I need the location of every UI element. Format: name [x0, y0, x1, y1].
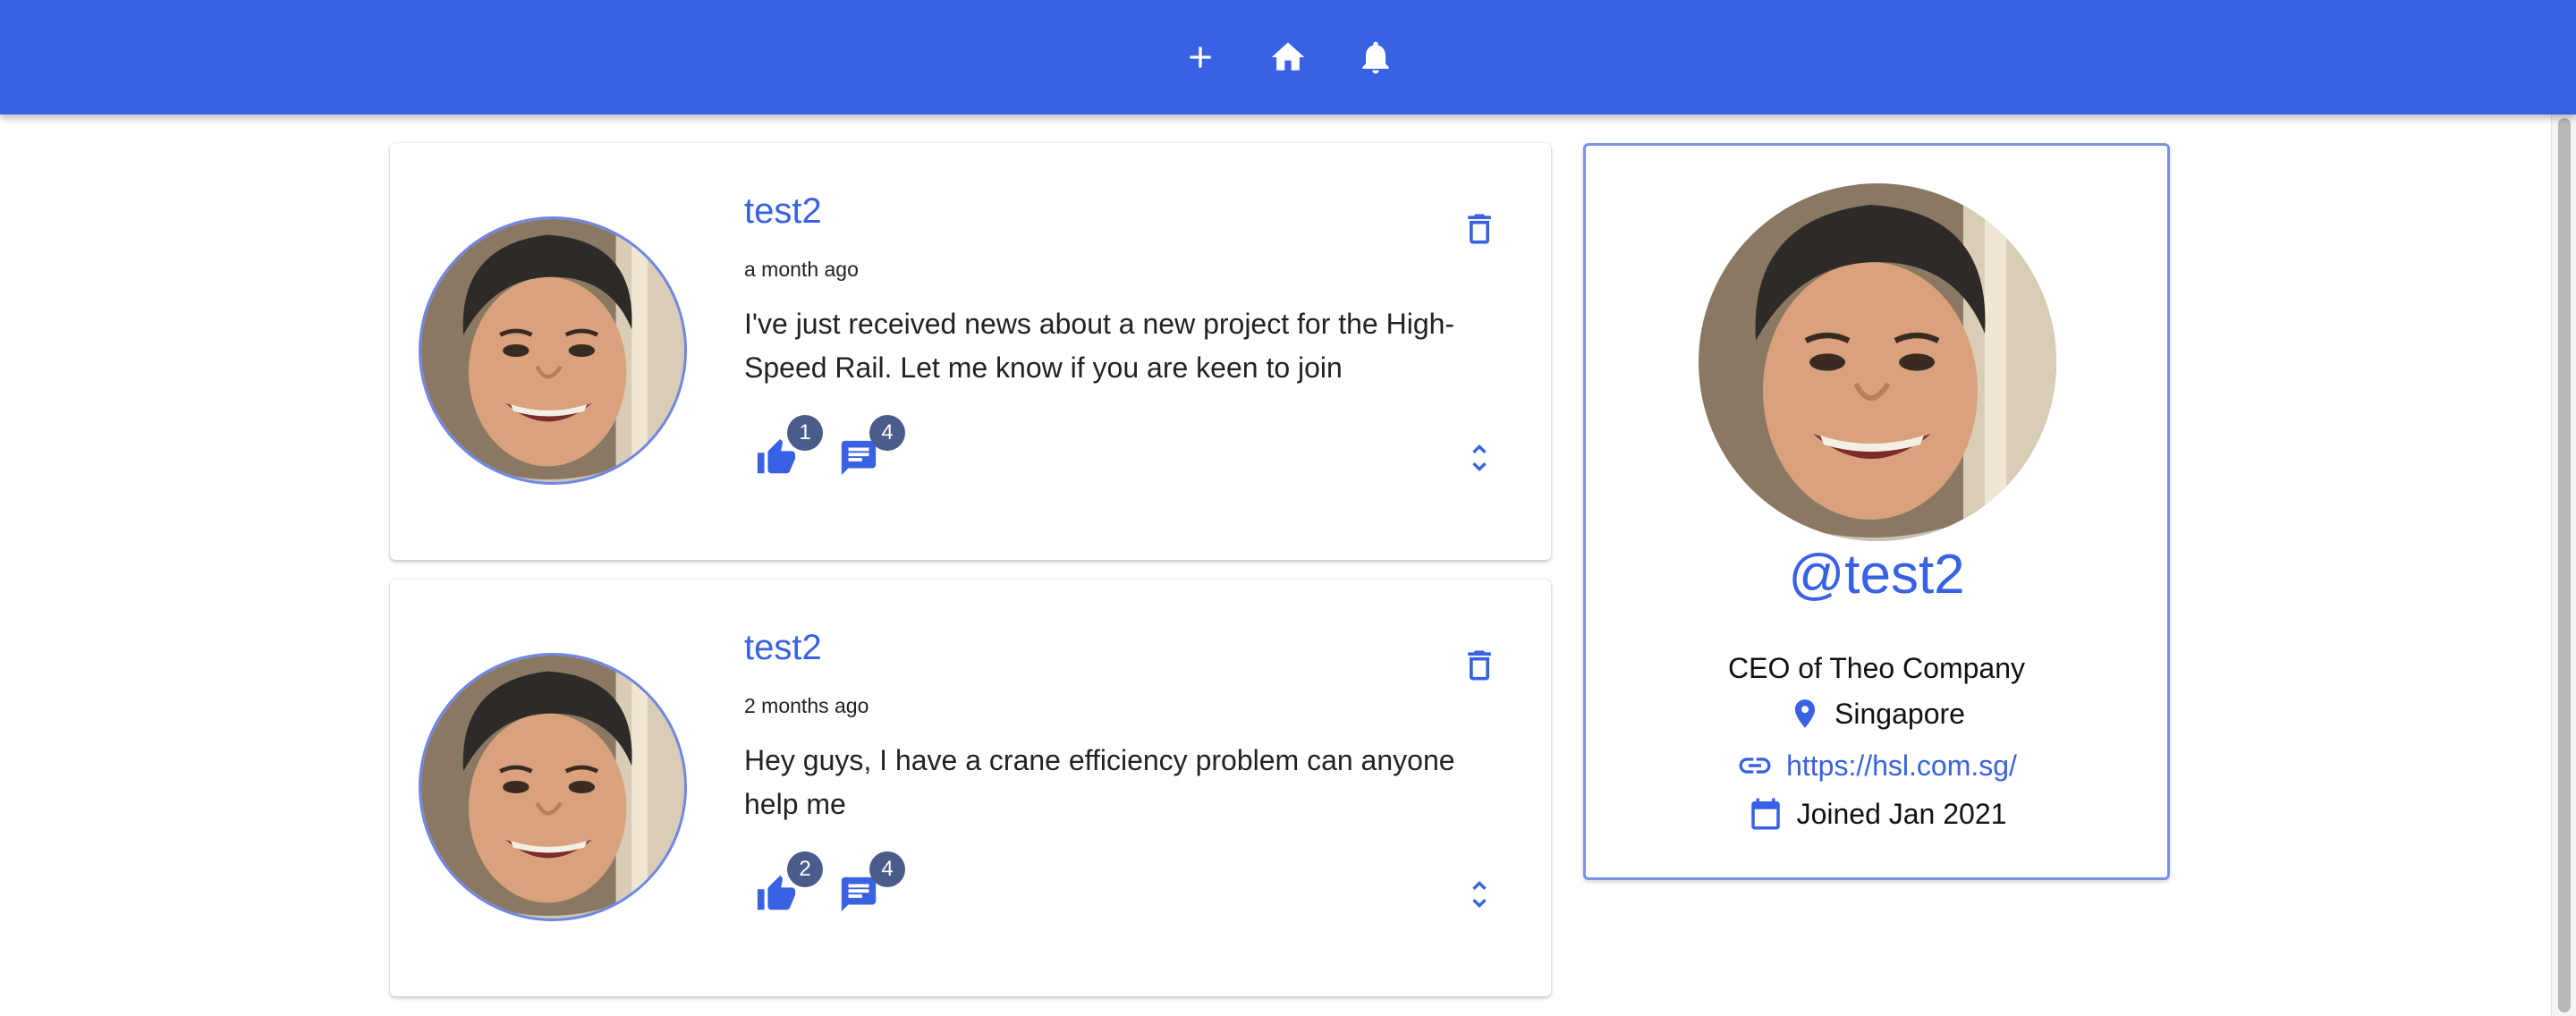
post-timestamp: 2 months ago	[744, 694, 869, 717]
profile-card: @test2 CEO of Theo Company Singapore htt…	[1583, 143, 2170, 880]
trash-icon	[1468, 650, 1491, 681]
trash-icon	[1468, 214, 1491, 244]
home-icon	[1271, 42, 1305, 71]
expand-post-button[interactable]	[1454, 869, 1504, 919]
avatar[interactable]	[419, 216, 687, 485]
avatar[interactable]	[419, 653, 687, 921]
post-body: Hey guys, I have a crane efficiency prob…	[744, 744, 1455, 820]
location-pin-icon	[1794, 699, 1816, 728]
home-button[interactable]	[1266, 35, 1310, 80]
delete-post-button[interactable]	[1454, 204, 1504, 254]
calendar-icon	[1750, 798, 1780, 830]
add-icon	[1190, 47, 1211, 68]
profile-avatar[interactable]	[1699, 183, 2056, 541]
post-card: test2 2 months ago Hey guys, I have a cr…	[390, 580, 1551, 996]
comment-button[interactable]: 4	[832, 415, 905, 485]
expand-post-button[interactable]	[1454, 433, 1504, 483]
profile-joined: Joined Jan 2021	[1586, 795, 2167, 833]
profile-bio: CEO of Theo Company	[1727, 652, 2025, 684]
profile-joined-text: Joined Jan 2021	[1796, 797, 2007, 830]
post-author-link[interactable]: test2	[744, 191, 822, 232]
delete-post-button[interactable]	[1454, 640, 1504, 690]
profile-website-link[interactable]: https://hsl.com.sg/	[1786, 749, 2017, 783]
like-count-badge: 2	[787, 851, 823, 887]
profile-handle-link[interactable]: @test2	[1586, 543, 2167, 606]
comment-count-badge: 4	[869, 851, 905, 887]
post-author-link[interactable]: test2	[744, 628, 822, 668]
comment-button[interactable]: 4	[832, 851, 905, 921]
notifications-icon	[1362, 41, 1389, 74]
post-timestamp: a month ago	[744, 258, 859, 281]
like-button[interactable]: 2	[750, 851, 823, 921]
post-body: I've just received news about a new proj…	[744, 308, 1455, 384]
unfold-more-icon	[1472, 444, 1487, 471]
comment-count-badge: 4	[869, 415, 905, 451]
like-button[interactable]: 1	[750, 415, 823, 485]
profile-location-text: Singapore	[1835, 697, 1965, 730]
like-count-badge: 1	[787, 415, 823, 451]
notifications-button[interactable]	[1353, 35, 1398, 80]
profile-website: https://hsl.com.sg/	[1586, 747, 2167, 784]
add-button[interactable]	[1178, 35, 1223, 80]
unfold-more-icon	[1472, 881, 1487, 908]
post-card: test2 a month ago I've just received new…	[390, 143, 1551, 560]
scrollbar-thumb[interactable]	[2558, 118, 2571, 1012]
link-icon	[1739, 758, 1771, 774]
top-app-bar	[0, 0, 2576, 114]
profile-location: Singapore	[1586, 697, 2167, 731]
